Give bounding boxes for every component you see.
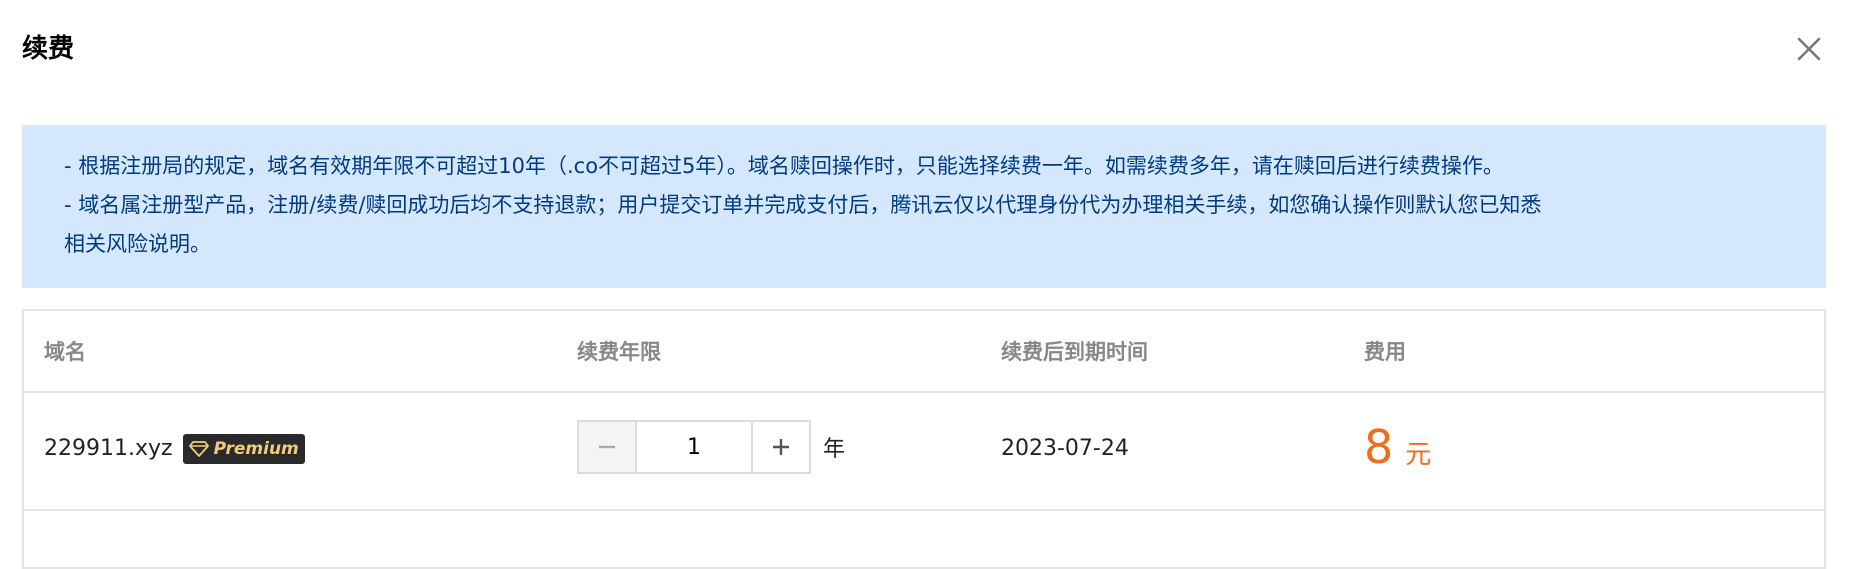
header-domain: 域名 [44,340,86,364]
stepper-box [577,420,811,474]
diamond-icon [188,441,209,457]
premium-label: Premium [213,439,299,459]
notice-line: - 域名属注册型产品，注册/续费/赎回成功后均不支持退款；用户提交订单并完成支付… [64,193,1542,217]
table-row: 229911.xyz Premium 1 年 2023-07-24 8 元 [24,393,1824,511]
table-header: 域名 续费年限 续费后到期时间 费用 [24,311,1824,393]
minus-icon [599,445,615,449]
fee-unit: 元 [1405,440,1432,470]
fee-amount: 8 [1364,420,1394,474]
dialog-title: 续费 [22,34,75,64]
notice-line: - 根据注册局的规定，域名有效期年限不可超过10年（.co不可超过5年）。域名赎… [64,154,1504,178]
years-input[interactable] [637,422,751,472]
domain-cell: 229911.xyz Premium [44,433,305,465]
expiry-date: 2023-07-24 [1001,436,1129,461]
close-button[interactable] [1794,34,1824,64]
fee-cell: 8 元 [1364,417,1431,477]
close-icon[interactable] [1794,34,1824,64]
header-fee: 费用 [1364,340,1406,364]
plus-icon [773,439,789,455]
decrease-button[interactable] [579,422,637,472]
header-expiry: 续费后到期时间 [1001,340,1148,364]
notice-banner: - 根据注册局的规定，域名有效期年限不可超过10年（.co不可超过5年）。域名赎… [22,125,1826,288]
premium-badge: Premium [182,434,305,464]
increase-button[interactable] [751,422,809,472]
header-years: 续费年限 [577,340,661,364]
years-stepper: 年 [577,420,845,474]
notice-line: 相关风险说明。 [64,232,211,256]
renew-table: 域名 续费年限 续费后到期时间 费用 229911.xyz Premium 1 … [22,309,1826,569]
domain-name: 229911.xyz [44,436,173,461]
years-unit: 年 [823,437,846,462]
